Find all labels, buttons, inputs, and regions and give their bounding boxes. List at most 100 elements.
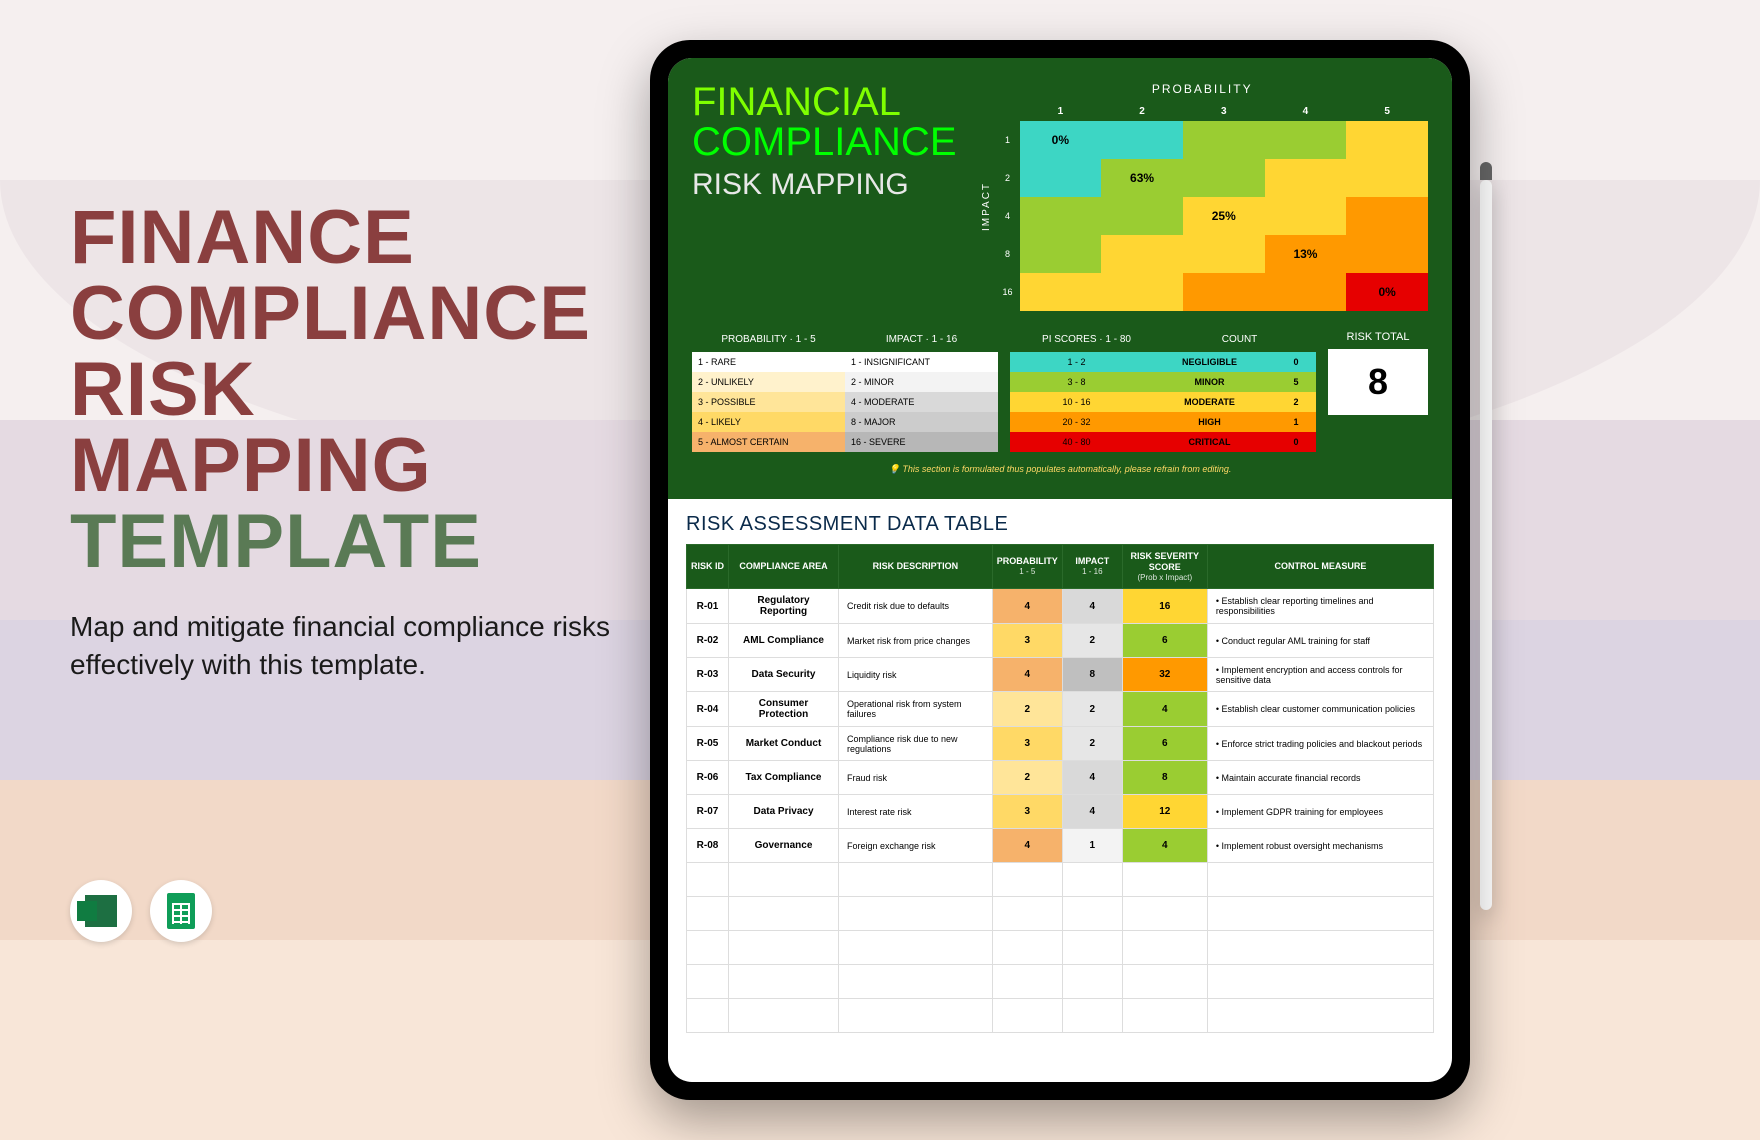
cell-impact: 4: [1062, 795, 1122, 829]
cell-control: • Implement robust oversight mechanisms: [1207, 829, 1433, 863]
matrix-cell: [1020, 197, 1102, 235]
cell-score: 4: [1122, 829, 1207, 863]
cell-id: R-03: [687, 658, 729, 692]
matrix-impact-label: 16: [996, 273, 1020, 311]
matrix-impact-label: 1: [996, 121, 1020, 159]
cell-desc: Compliance risk due to new regulations: [839, 727, 993, 761]
impact-legend-row: 4 - MODERATE: [845, 392, 998, 412]
title-line-3: RISK: [70, 352, 630, 428]
cell-impact: 2: [1062, 727, 1122, 761]
pi-label: MODERATE: [1143, 392, 1276, 412]
pi-range: 10 - 16: [1010, 392, 1143, 412]
pi-range: 20 - 32: [1010, 412, 1143, 432]
cell-prob: 2: [992, 761, 1062, 795]
cell-id: R-02: [687, 624, 729, 658]
prob-legend-header: PROBABILITY · 1 - 5: [692, 331, 845, 348]
matrix-cell: [1101, 121, 1183, 159]
cell-score: 12: [1122, 795, 1207, 829]
probability-axis-label: PROBABILITY: [977, 82, 1429, 96]
impact-axis-label: IMPACT: [977, 102, 996, 311]
risk-data-table-section: RISK ASSESSMENT DATA TABLE RISK ID COMPL…: [668, 499, 1452, 1047]
format-badges: [70, 880, 212, 942]
pi-label: MINOR: [1143, 372, 1276, 392]
pi-range: 1 - 2: [1010, 352, 1143, 372]
impact-legend-row: 2 - MINOR: [845, 372, 998, 392]
cell-prob: 4: [992, 829, 1062, 863]
tablet-screen: FINANCIAL COMPLIANCE RISK MAPPING PROBAB…: [668, 58, 1452, 1082]
matrix-cell: [1020, 235, 1102, 273]
pi-count: 0: [1276, 432, 1316, 452]
matrix-cell: [1265, 159, 1347, 197]
matrix-cell: [1346, 121, 1428, 159]
col-prob: PROBABILITY1 - 5: [992, 545, 1062, 589]
table-row-empty: [687, 999, 1434, 1033]
cell-score: 16: [1122, 589, 1207, 624]
prob-impact-legend: PROBABILITY · 1 - 5IMPACT · 1 - 16 1 - R…: [692, 331, 998, 452]
prob-legend-row: 2 - UNLIKELY: [692, 372, 845, 392]
col-impact: IMPACT1 - 16: [1062, 545, 1122, 589]
cell-desc: Liquidity risk: [839, 658, 993, 692]
pi-label: CRITICAL: [1143, 432, 1276, 452]
matrix-cell: [1183, 121, 1265, 159]
cell-control: • Conduct regular AML training for staff: [1207, 624, 1433, 658]
cell-area: Governance: [729, 829, 839, 863]
risk-total-box: RISK TOTAL 8: [1328, 331, 1428, 452]
table-row: R-08 Governance Foreign exchange risk 4 …: [687, 829, 1434, 863]
cell-impact: 4: [1062, 761, 1122, 795]
matrix-prob-header: 3: [1183, 102, 1265, 121]
matrix-cell: [1183, 235, 1265, 273]
cell-prob: 3: [992, 727, 1062, 761]
count-header: COUNT: [1163, 331, 1316, 348]
cell-score: 8: [1122, 761, 1207, 795]
promo-subtitle: Map and mitigate financial compliance ri…: [70, 608, 630, 684]
cell-impact: 4: [1062, 589, 1122, 624]
risk-total-value: 8: [1328, 349, 1428, 415]
matrix-cell: [1020, 159, 1102, 197]
cell-prob: 2: [992, 692, 1062, 727]
col-area: COMPLIANCE AREA: [729, 545, 839, 589]
auto-populate-note: 💡 This section is formulated thus popula…: [692, 464, 1428, 475]
excel-icon: [85, 895, 117, 927]
matrix-cell: [1101, 273, 1183, 311]
cell-desc: Operational risk from system failures: [839, 692, 993, 727]
promo-text-block: FINANCE COMPLIANCE RISK MAPPING TEMPLATE…: [70, 200, 630, 684]
impact-legend-header: IMPACT · 1 - 16: [845, 331, 998, 348]
cell-desc: Foreign exchange risk: [839, 829, 993, 863]
cell-area: Consumer Protection: [729, 692, 839, 727]
risk-total-label: RISK TOTAL: [1328, 331, 1428, 343]
cell-impact: 8: [1062, 658, 1122, 692]
matrix-cell: [1346, 159, 1428, 197]
cell-score: 32: [1122, 658, 1207, 692]
title-line-4: MAPPING: [70, 428, 630, 504]
cell-prob: 3: [992, 624, 1062, 658]
cell-id: R-07: [687, 795, 729, 829]
matrix-cell: [1265, 121, 1347, 159]
col-desc: RISK DESCRIPTION: [839, 545, 993, 589]
matrix-cell: 0%: [1346, 273, 1428, 311]
cell-score: 4: [1122, 692, 1207, 727]
table-row: R-03 Data Security Liquidity risk 4 8 32…: [687, 658, 1434, 692]
cell-control: • Establish clear reporting timelines an…: [1207, 589, 1433, 624]
prob-legend-row: 5 - ALMOST CERTAIN: [692, 432, 845, 452]
table-row: R-07 Data Privacy Interest rate risk 3 4…: [687, 795, 1434, 829]
matrix-cell: 25%: [1183, 197, 1265, 235]
cell-control: • Maintain accurate financial records: [1207, 761, 1433, 795]
table-row: R-02 AML Compliance Market risk from pri…: [687, 624, 1434, 658]
title-line-2: COMPLIANCE: [70, 276, 630, 352]
table-row: R-04 Consumer Protection Operational ris…: [687, 692, 1434, 727]
col-score: RISK SEVERITY SCORE(Prob x Impact): [1122, 545, 1207, 589]
cell-prob: 3: [992, 795, 1062, 829]
col-risk-id: RISK ID: [687, 545, 729, 589]
matrix-cell: 63%: [1101, 159, 1183, 197]
pi-label: HIGH: [1143, 412, 1276, 432]
table-row: R-01 Regulatory Reporting Credit risk du…: [687, 589, 1434, 624]
matrix-prob-header: 2: [1101, 102, 1183, 121]
matrix-cell: [1346, 235, 1428, 273]
cell-id: R-08: [687, 829, 729, 863]
dashboard-panel: FINANCIAL COMPLIANCE RISK MAPPING PROBAB…: [668, 58, 1452, 499]
prob-legend-row: 4 - LIKELY: [692, 412, 845, 432]
cell-id: R-04: [687, 692, 729, 727]
legend-row: PROBABILITY · 1 - 5IMPACT · 1 - 16 1 - R…: [692, 331, 1428, 452]
cell-prob: 4: [992, 589, 1062, 624]
pi-scores-header: PI SCORES · 1 - 80: [1010, 331, 1163, 348]
